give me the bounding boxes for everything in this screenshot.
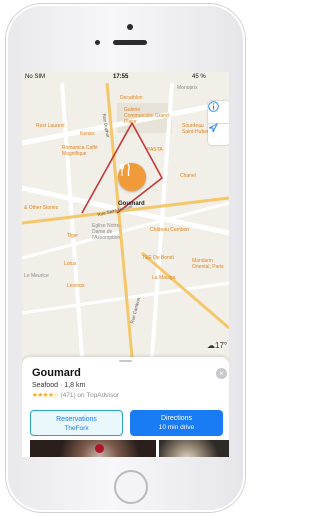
poi-label[interactable]: & Other Stories (24, 205, 58, 211)
star-rating: ★★★★☆ (32, 392, 59, 399)
location-arrow-icon (208, 123, 218, 133)
poi-label[interactable]: La Mauiga (152, 275, 175, 281)
pin-label: Goumard (118, 201, 145, 207)
place-card[interactable]: Goumard × Seafood · 1,8 km ★★★★☆ (471) o… (22, 357, 229, 457)
poi-label[interactable]: Monoprix (177, 85, 198, 91)
rating-row[interactable]: ★★★★☆ (471) on TripAdvisor (32, 391, 119, 399)
weather-badge: ☁17° (207, 341, 227, 350)
fork-knife-icon (119, 163, 130, 176)
earpiece-speaker (113, 40, 147, 45)
card-grabber[interactable] (119, 360, 132, 362)
place-subtitle: Seafood · 1,8 km (32, 382, 86, 389)
close-button[interactable]: × (216, 368, 227, 379)
map-view[interactable]: Decathlon Galerie Commerciale Grand Plac… (22, 83, 229, 357)
poi-label[interactable]: Lesmos (67, 283, 85, 289)
close-icon: × (219, 369, 224, 378)
current-location-button[interactable] (208, 123, 229, 145)
reservations-provider: TheFork (64, 425, 89, 432)
home-button[interactable] (114, 470, 148, 504)
info-button[interactable] (208, 101, 229, 124)
map-controls (208, 101, 229, 145)
reservations-button[interactable]: Reservations TheFork (30, 410, 123, 436)
dessert-photo[interactable] (30, 440, 156, 457)
directions-eta: 10 min drive (158, 424, 195, 431)
poi-label[interactable]: Galerie Commerciale Grand Place (124, 107, 169, 125)
phone-screen: No SIM 17:55 45 % Decathlon Galerie Comm… (22, 72, 229, 457)
poi-label[interactable]: PASTA (147, 147, 163, 153)
dish-photo[interactable] (159, 440, 229, 457)
poi-label[interactable]: Château Cambon (150, 227, 189, 233)
photo-strip[interactable] (30, 440, 229, 457)
directions-button[interactable]: Directions 10 min drive (130, 410, 223, 436)
front-camera (127, 24, 133, 30)
reservations-label: Reservations (56, 416, 97, 423)
poi-label[interactable]: Lotus (64, 261, 76, 267)
carrier-text: No SIM (25, 74, 46, 80)
poi-label[interactable]: Mandarin Oriental, Paris (192, 258, 228, 270)
status-bar: No SIM 17:55 45 % (22, 72, 229, 83)
poi-label[interactable]: Le Meurice (24, 273, 54, 279)
place-name: Goumard (32, 367, 81, 379)
poi-label[interactable]: Eglise Notre-Dame de l'Assomption (92, 223, 132, 241)
info-icon (208, 101, 219, 112)
restaurant-pin[interactable] (118, 163, 146, 191)
clock: 17:55 (113, 74, 129, 80)
cloud-icon: ☁ (207, 341, 215, 350)
poi-label[interactable]: Rest Laurent (36, 123, 65, 129)
directions-label: Directions (160, 415, 193, 422)
poi-label[interactable]: Kenzo (80, 131, 94, 137)
rating-text: (471) on TripAdvisor (60, 392, 119, 399)
raspberry-garnish (95, 444, 104, 453)
poi-label[interactable]: Chanel (180, 173, 196, 179)
poi-label[interactable]: Romanica Caffè Magnifique (62, 145, 104, 157)
poi-label[interactable]: Decathlon (120, 95, 143, 101)
proximity-sensor (95, 40, 100, 45)
poi-label[interactable]: T&E De Bondi (142, 255, 174, 261)
poi-label[interactable]: Tiger (67, 233, 78, 239)
temperature: 17° (215, 341, 228, 350)
battery-percent: 45 % (192, 74, 206, 80)
